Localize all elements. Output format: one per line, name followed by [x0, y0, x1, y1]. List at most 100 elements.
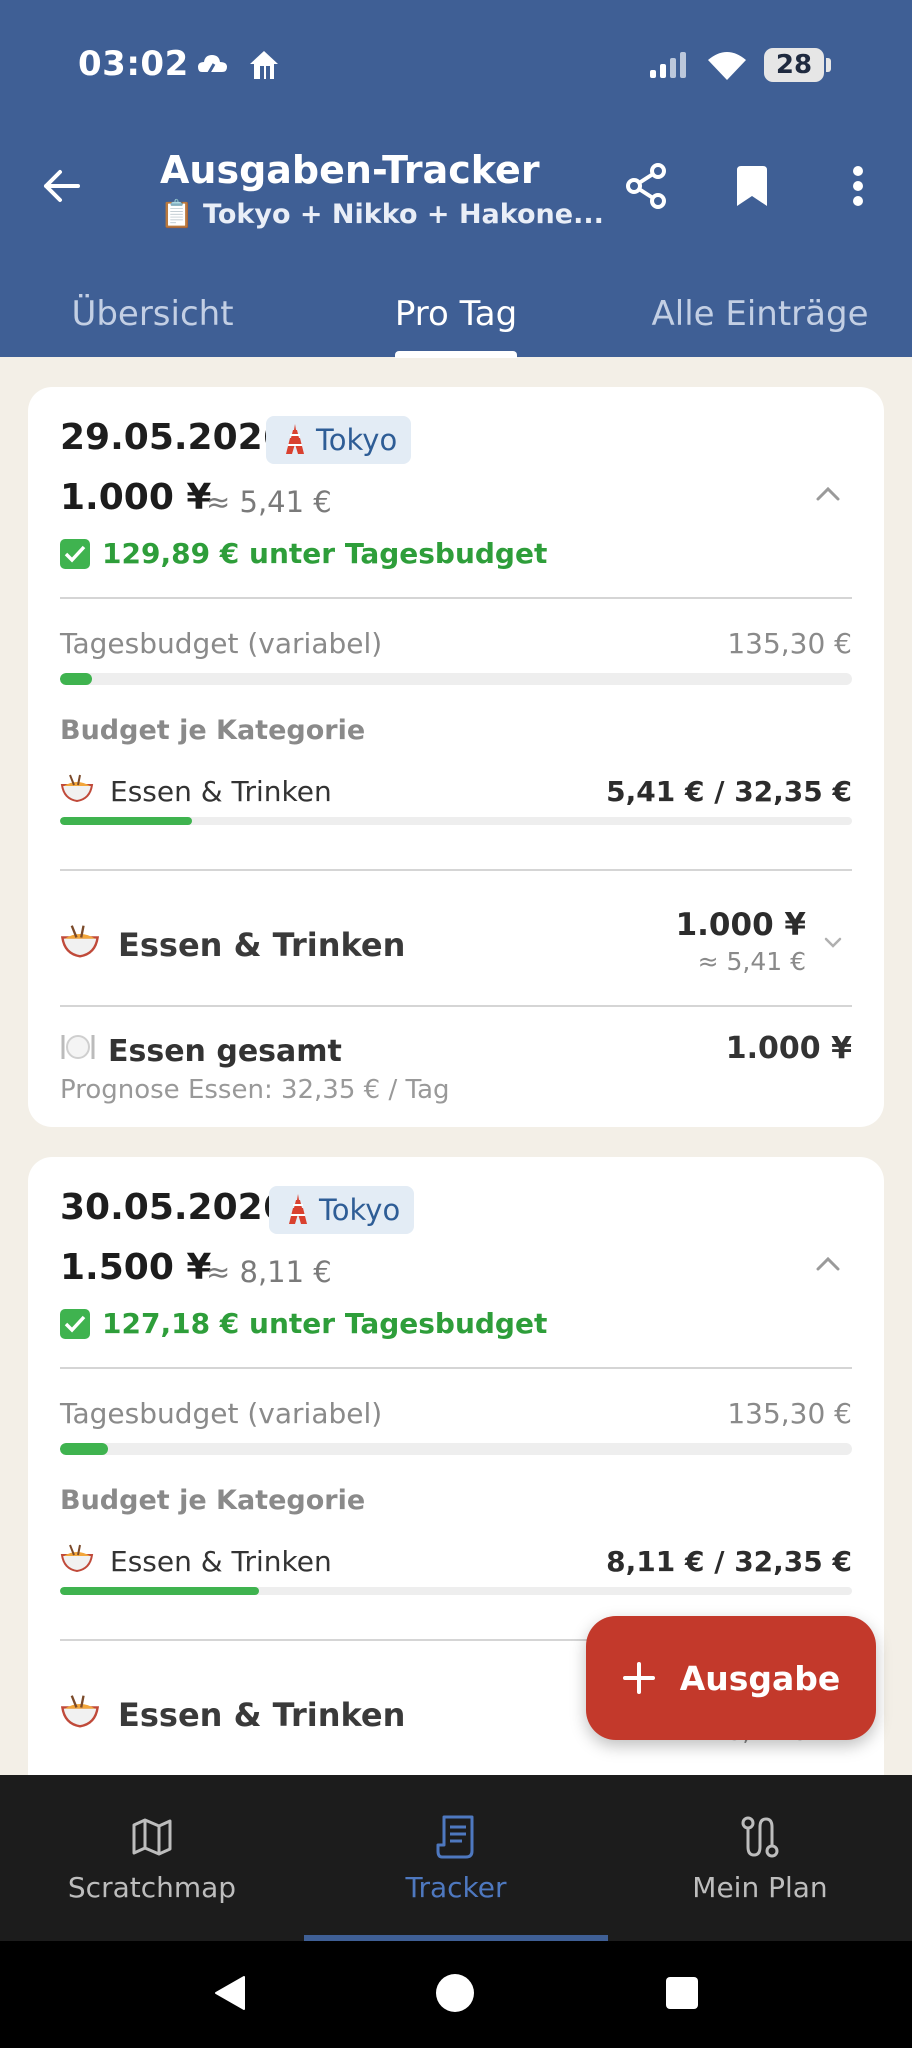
- status-bar: 03:02 28: [0, 0, 912, 130]
- category-amount: 5,41 € / 32,35 €: [606, 775, 852, 808]
- weather-icon: [196, 50, 230, 82]
- nav-mein-plan[interactable]: Mein Plan: [608, 1775, 912, 1941]
- tab-pro-tag[interactable]: Pro Tag: [356, 270, 556, 357]
- system-home-button[interactable]: [431, 1971, 479, 2019]
- city-badge[interactable]: Tokyo: [266, 416, 412, 464]
- home-icon: [246, 46, 282, 86]
- daily-budget-bar: [60, 1443, 852, 1455]
- daily-budget-fill: [60, 1443, 108, 1455]
- daily-budget-value: 135,30 €: [727, 627, 852, 660]
- category-budget-heading: Budget je Kategorie: [60, 1485, 366, 1516]
- share-button[interactable]: [618, 160, 674, 216]
- day-list[interactable]: 29.05.2026 Tokyo 1.000 ¥ ≈ 5,41 € 129,89…: [0, 357, 912, 1775]
- wifi-icon: [706, 50, 748, 86]
- collapse-button[interactable]: [810, 475, 846, 511]
- expense-group-label: Essen & Trinken: [118, 1696, 406, 1734]
- route-icon: [740, 1813, 780, 1861]
- category-budget-fill: [60, 1587, 259, 1595]
- receipt-icon: [436, 1813, 476, 1861]
- city-badge[interactable]: Tokyo: [269, 1186, 415, 1234]
- city-label: Tokyo: [316, 423, 398, 457]
- expense-group-label: Essen & Trinken: [118, 926, 406, 964]
- day-card: 29.05.2026 Tokyo 1.000 ¥ ≈ 5,41 € 129,89…: [28, 387, 884, 1127]
- category-label: Essen & Trinken: [110, 1545, 332, 1578]
- expense-group-approx: ≈ 5,41 €: [697, 947, 806, 976]
- status-time: 03:02: [78, 44, 189, 84]
- day-total-approx: ≈ 5,41 €: [206, 485, 332, 519]
- chevron-down-icon: [820, 937, 846, 959]
- day-total-approx: ≈ 8,11 €: [206, 1255, 332, 1289]
- page-title: Ausgaben-Tracker: [160, 148, 540, 192]
- tokyo-tower-icon: [284, 424, 306, 456]
- ramen-bowl-icon: [60, 923, 100, 967]
- chevron-up-icon: [810, 486, 846, 515]
- city-label: Tokyo: [319, 1193, 401, 1227]
- food-total-amount: 1.000 ¥: [725, 1031, 852, 1066]
- back-button[interactable]: [34, 160, 90, 216]
- map-icon: [131, 1813, 173, 1861]
- more-vert-icon: [852, 166, 864, 210]
- expense-group-amount: 1.000 ¥: [675, 907, 806, 943]
- tab-uebersicht[interactable]: Übersicht: [40, 270, 265, 357]
- system-navigation-bar: [0, 1941, 912, 2048]
- expense-group-header[interactable]: Essen & Trinken: [60, 923, 405, 967]
- add-expense-label: Ausgabe: [679, 1658, 841, 1698]
- ramen-bowl-icon: [60, 1543, 94, 1580]
- chevron-up-icon: [810, 1256, 846, 1285]
- category-budget-bar: [60, 817, 852, 825]
- daily-budget-label: Tagesbudget (variabel): [60, 1397, 383, 1430]
- add-expense-button[interactable]: Ausgabe: [586, 1616, 876, 1740]
- expand-group-button[interactable]: [820, 929, 846, 955]
- food-total-row: Essen gesamt: [60, 1031, 342, 1071]
- divider: [60, 869, 852, 871]
- share-icon: [624, 163, 668, 213]
- day-date: 29.05.2026: [60, 417, 288, 458]
- day-total: 1.000 ¥: [60, 477, 212, 518]
- category-budget-row: Essen & Trinken 5,41 € / 32,35 €: [60, 773, 852, 810]
- under-budget-status: 127,18 € unter Tagesbudget: [60, 1307, 547, 1340]
- category-budget-fill: [60, 817, 193, 825]
- under-budget-status: 129,89 € unter Tagesbudget: [60, 537, 547, 570]
- under-budget-text: 127,18 € unter Tagesbudget: [102, 1307, 548, 1340]
- plus-icon: [622, 1661, 656, 1695]
- day-total: 1.500 ¥: [60, 1247, 212, 1288]
- daily-budget-fill: [60, 673, 92, 685]
- trip-subtitle: 📋 Tokyo + Nikko + Hakone...: [160, 199, 604, 230]
- expense-group-header[interactable]: Essen & Trinken: [60, 1693, 405, 1737]
- system-recents-button[interactable]: [658, 1971, 706, 2019]
- bookmark-button[interactable]: [724, 160, 780, 216]
- ramen-bowl-icon: [60, 1693, 100, 1737]
- divider: [60, 597, 852, 599]
- nav-tracker[interactable]: Tracker: [304, 1775, 608, 1941]
- day-date: 30.05.2026: [60, 1187, 288, 1228]
- collapse-button[interactable]: [810, 1245, 846, 1281]
- tab-alle-eintraege[interactable]: Alle Einträge: [640, 270, 880, 357]
- food-total-label: Essen gesamt: [108, 1033, 342, 1069]
- nav-scratchmap[interactable]: Scratchmap: [0, 1775, 304, 1941]
- nav-mein-plan-label: Mein Plan: [692, 1870, 828, 1904]
- plate-cutlery-icon: [60, 1031, 96, 1071]
- category-amount: 8,11 € / 32,35 €: [606, 1545, 852, 1578]
- system-back-button[interactable]: [206, 1971, 254, 2019]
- app-bar: 03:02 28 Ausgaben-Tracker 📋 Tokyo + Nikk…: [0, 0, 912, 358]
- daily-budget-label: Tagesbudget (variabel): [60, 627, 383, 660]
- food-forecast: Prognose Essen: 32,35 € / Tag: [60, 1075, 450, 1105]
- check-icon: [60, 538, 90, 569]
- divider: [60, 1367, 852, 1369]
- nav-scratchmap-label: Scratchmap: [67, 1870, 237, 1904]
- tab-bar: Übersicht Pro Tag Alle Einträge: [0, 270, 912, 357]
- category-budget-row: Essen & Trinken 8,11 € / 32,35 €: [60, 1543, 852, 1580]
- bookmark-icon: [735, 166, 769, 210]
- divider: [60, 1005, 852, 1007]
- more-options-button[interactable]: [830, 160, 886, 216]
- square-recents-icon: [665, 1976, 699, 2014]
- triangle-back-icon: [212, 1975, 248, 2015]
- battery-indicator: 28: [764, 48, 824, 82]
- ramen-bowl-icon: [60, 773, 94, 810]
- category-label: Essen & Trinken: [110, 775, 332, 808]
- circle-home-icon: [435, 1973, 475, 2017]
- battery-tip: [826, 58, 831, 72]
- nav-tracker-label: Tracker: [405, 1870, 507, 1904]
- signal-icon: [648, 52, 692, 86]
- arrow-left-icon: [42, 168, 82, 208]
